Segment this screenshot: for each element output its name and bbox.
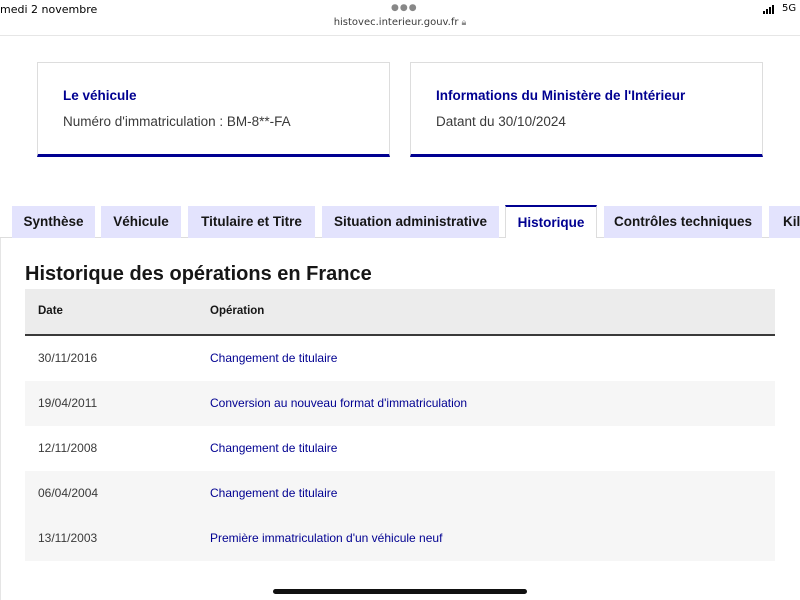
vehicle-card: Le véhicule Numéro d'immatriculation : B… <box>37 62 390 157</box>
row-operation[interactable]: Changement de titulaire <box>210 471 337 516</box>
ministry-card-title: Informations du Ministère de l'Intérieur <box>436 88 686 103</box>
more-dots-icon[interactable]: ●●● <box>391 3 418 13</box>
column-date: Date <box>38 305 63 317</box>
row-date: 19/04/2011 <box>38 396 98 410</box>
row-operation[interactable]: Changement de titulaire <box>210 336 337 381</box>
signal-bars-icon <box>763 5 774 14</box>
table-header: Date Opération <box>25 289 775 336</box>
data-date: Datant du 30/10/2024 <box>436 114 566 129</box>
row-date: 13/11/2003 <box>38 531 98 545</box>
tab-controles[interactable]: Contrôles techniques <box>604 206 762 238</box>
tab-kilometrage[interactable]: Kilo <box>769 206 800 238</box>
row-date: 06/04/2004 <box>38 486 99 500</box>
row-operation[interactable]: Première immatriculation d'un véhicule n… <box>210 516 442 561</box>
tab-synthese[interactable]: Synthèse <box>12 206 95 238</box>
ministry-card: Informations du Ministère de l'Intérieur… <box>410 62 763 157</box>
network-label: 5G <box>782 3 797 14</box>
row-date: 12/11/2008 <box>38 441 98 455</box>
table-row: 30/11/2016 Changement de titulaire <box>25 336 775 381</box>
tab-situation[interactable]: Situation administrative <box>322 206 499 238</box>
tab-titulaire[interactable]: Titulaire et Titre <box>188 206 315 238</box>
table-row: 13/11/2003 Première immatriculation d'un… <box>25 516 775 561</box>
tab-historique[interactable]: Historique <box>505 205 597 239</box>
table-row: 19/04/2011 Conversion au nouveau format … <box>25 381 775 426</box>
address-bar[interactable]: histovec.interieur.gouv.fr 🔒︎ <box>0 17 800 28</box>
status-bar: medi 2 novembre ●●● histovec.interieur.g… <box>0 0 800 36</box>
column-operation: Opération <box>210 305 265 317</box>
vehicle-card-title: Le véhicule <box>63 88 137 103</box>
row-operation[interactable]: Conversion au nouveau format d'immatricu… <box>210 381 467 426</box>
row-date: 30/11/2016 <box>38 351 98 365</box>
home-indicator[interactable] <box>273 589 527 594</box>
row-operation[interactable]: Changement de titulaire <box>210 426 337 471</box>
registration-number: Numéro d'immatriculation : BM-8**-FA <box>63 114 291 129</box>
lock-icon: 🔒︎ <box>461 18 467 28</box>
status-date: medi 2 novembre <box>0 3 98 16</box>
history-table: Date Opération 30/11/2016 Changement de … <box>25 289 775 561</box>
url-text: histovec.interieur.gouv.fr <box>333 17 459 28</box>
table-row: 06/04/2004 Changement de titulaire <box>25 471 775 516</box>
table-row: 12/11/2008 Changement de titulaire <box>25 426 775 471</box>
history-title: Historique des opérations en France <box>25 263 372 285</box>
tab-vehicule[interactable]: Véhicule <box>101 206 181 238</box>
